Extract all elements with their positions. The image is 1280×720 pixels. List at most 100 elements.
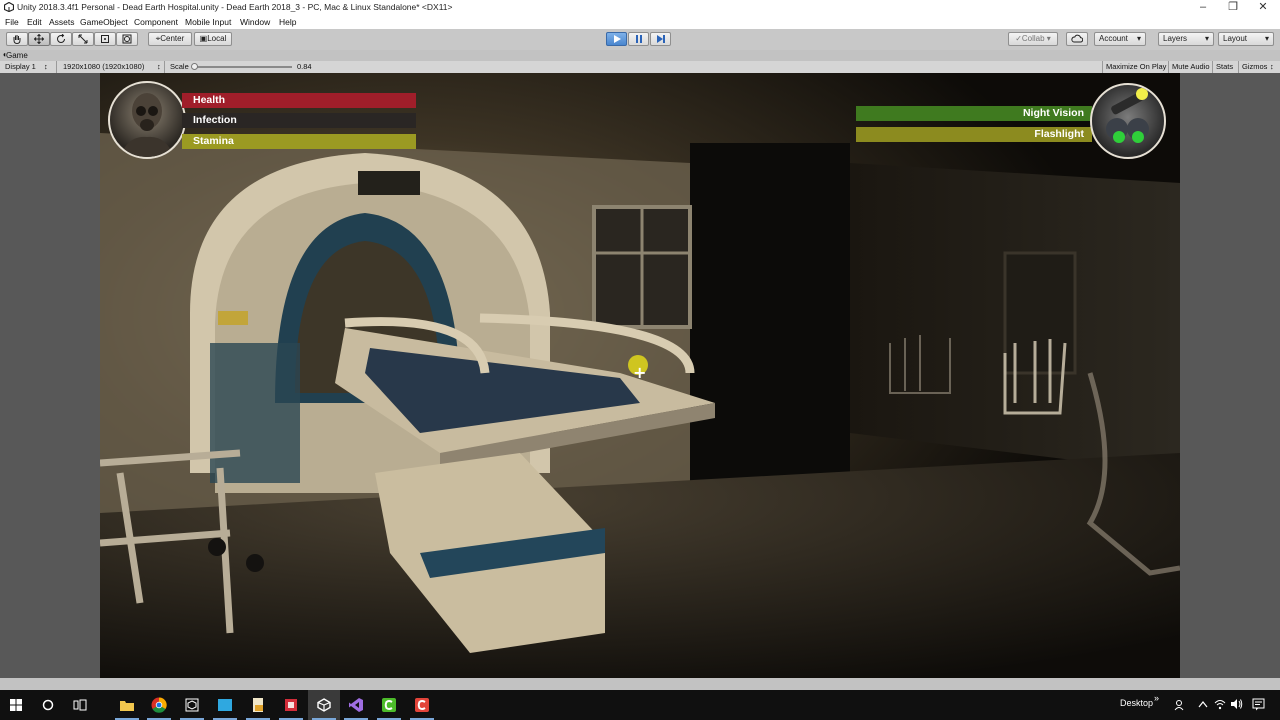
pivot-local-toggle[interactable]: ▣Local xyxy=(194,32,232,46)
pause-button[interactable] xyxy=(628,32,649,46)
pivot-center-toggle[interactable]: ⌖Center xyxy=(148,32,192,46)
display-dropdown-arrow-icon: ↕ xyxy=(44,62,48,71)
menu-gameobject[interactable]: GameObject xyxy=(80,17,128,27)
flashlight-label: Flashlight xyxy=(1034,128,1084,140)
night-vision-bar: Night Vision xyxy=(856,106,1092,121)
health-label: Health xyxy=(193,94,226,106)
gasmask-soldier-icon xyxy=(120,93,174,157)
stats-toggle[interactable]: Stats xyxy=(1216,62,1233,71)
move-arrows-icon xyxy=(33,33,45,45)
move-tool-button[interactable] xyxy=(28,32,50,46)
cloud-icon xyxy=(1071,34,1084,43)
health-bar: Health xyxy=(182,93,416,108)
rect-transform-icon xyxy=(101,35,109,43)
scale-slider-thumb[interactable] xyxy=(191,63,198,70)
menu-window[interactable]: Window xyxy=(240,17,270,27)
people-icon[interactable] xyxy=(1174,699,1186,711)
game-tab-row: ◖ Game xyxy=(0,50,1280,61)
player-portrait-avatar xyxy=(108,81,186,159)
collab-check-icon: ✓ xyxy=(1015,34,1022,43)
taskbar-chrome[interactable] xyxy=(143,690,175,720)
close-button[interactable]: ✕ xyxy=(1248,0,1278,15)
taskbar-visual-studio[interactable] xyxy=(340,690,372,720)
windows-logo-icon xyxy=(10,699,22,711)
scale-icon xyxy=(78,34,88,44)
layers-dropdown[interactable]: Layers ▾ xyxy=(1158,32,1214,46)
rotate-tool-button[interactable] xyxy=(50,32,72,46)
toolbar-divider xyxy=(1102,61,1103,73)
transform-tool-button[interactable] xyxy=(116,32,138,46)
restore-button[interactable]: ❐ xyxy=(1218,0,1248,15)
layers-label: Layers xyxy=(1163,34,1188,43)
taskbar-camtasia-green[interactable] xyxy=(373,690,405,720)
menu-mobile-input[interactable]: Mobile Input xyxy=(185,17,231,27)
menu-bar: File Edit Assets GameObject Component Mo… xyxy=(0,15,1280,29)
notifications-icon[interactable] xyxy=(1252,698,1265,711)
toolbar-chevron-icon[interactable]: » xyxy=(1154,693,1159,703)
hand-icon xyxy=(13,35,21,45)
wifi-icon[interactable] xyxy=(1214,698,1226,710)
mute-audio-toggle[interactable]: Mute Audio xyxy=(1172,62,1210,71)
night-vision-label: Night Vision xyxy=(1022,107,1084,119)
window-title: Unity 2018.3.4f1 Personal - Dead Earth H… xyxy=(17,2,453,12)
menu-edit[interactable]: Edit xyxy=(27,17,42,27)
step-icon xyxy=(656,35,665,43)
chevron-down-icon: ▾ xyxy=(1204,34,1209,43)
collab-dropdown[interactable]: ✓Collab ▾ xyxy=(1008,32,1058,46)
account-dropdown[interactable]: Account ▾ xyxy=(1094,32,1146,46)
scale-tool-button[interactable] xyxy=(72,32,94,46)
menu-assets[interactable]: Assets xyxy=(49,17,75,27)
rect-tool-button[interactable] xyxy=(94,32,116,46)
task-view-button[interactable] xyxy=(64,690,96,720)
taskbar-unity-hub[interactable] xyxy=(176,690,208,720)
start-button[interactable] xyxy=(0,690,32,720)
rotate-icon xyxy=(57,33,65,43)
gizmos-dropdown-arrow-icon: ↕ xyxy=(1270,62,1274,71)
minimize-button[interactable]: – xyxy=(1188,0,1218,15)
stamina-label: Stamina xyxy=(193,135,234,147)
scale-label: Scale xyxy=(170,62,189,71)
scale-slider-track[interactable] xyxy=(194,66,292,68)
visual-studio-icon xyxy=(349,698,363,712)
chevron-down-icon: ▾ xyxy=(1264,34,1269,43)
menu-file[interactable]: File xyxy=(5,17,19,27)
collab-label: Collab ▾ xyxy=(1021,34,1051,43)
infection-bar: Infection xyxy=(182,113,416,128)
hand-tool-button[interactable] xyxy=(6,32,28,46)
pivot-center-label: Center xyxy=(160,34,185,43)
taskbar-store[interactable] xyxy=(209,690,241,720)
layout-label: Layout xyxy=(1223,34,1248,43)
toolbar-divider xyxy=(164,61,165,73)
desktop-toolbar-label[interactable]: Desktop xyxy=(1120,698,1153,708)
chevron-up-icon[interactable] xyxy=(1198,700,1208,708)
play-button[interactable] xyxy=(606,32,627,46)
account-label: Account xyxy=(1099,34,1128,43)
cloud-services-button[interactable] xyxy=(1066,32,1088,46)
taskbar-pdf-viewer[interactable] xyxy=(242,690,274,720)
display-dropdown[interactable]: Display 1 xyxy=(5,62,36,71)
taskbar-media-app[interactable] xyxy=(275,690,307,720)
scale-value: 0.84 xyxy=(297,62,312,71)
taskbar-camtasia-red[interactable] xyxy=(406,690,438,720)
gizmos-dropdown[interactable]: Gizmos xyxy=(1242,62,1267,71)
taskbar-file-explorer[interactable] xyxy=(111,690,143,720)
resolution-dropdown[interactable]: 1920x1080 (1920x1080) xyxy=(63,62,144,71)
chrome-icon xyxy=(151,697,167,713)
menu-help[interactable]: Help xyxy=(279,17,296,27)
unity-logo-icon xyxy=(317,698,331,712)
layout-dropdown[interactable]: Layout ▾ xyxy=(1218,32,1274,46)
taskbar-unity-editor[interactable] xyxy=(308,690,340,720)
window-app-icon xyxy=(218,699,232,711)
volume-icon[interactable] xyxy=(1230,698,1243,710)
infection-label: Infection xyxy=(193,114,237,126)
editor-status-bar xyxy=(0,678,1280,690)
search-button[interactable] xyxy=(32,690,64,720)
tab-game[interactable]: Game xyxy=(6,51,28,60)
step-button[interactable] xyxy=(650,32,671,46)
crosshair: + xyxy=(633,363,647,382)
menu-component[interactable]: Component xyxy=(134,17,178,27)
equipment-portrait xyxy=(1090,83,1166,159)
game-viewport[interactable]: Health Infection Stamina Night Vision Fl… xyxy=(100,73,1180,678)
maximize-on-play-toggle[interactable]: Maximize On Play xyxy=(1106,62,1166,71)
toolbar-divider xyxy=(56,61,57,73)
